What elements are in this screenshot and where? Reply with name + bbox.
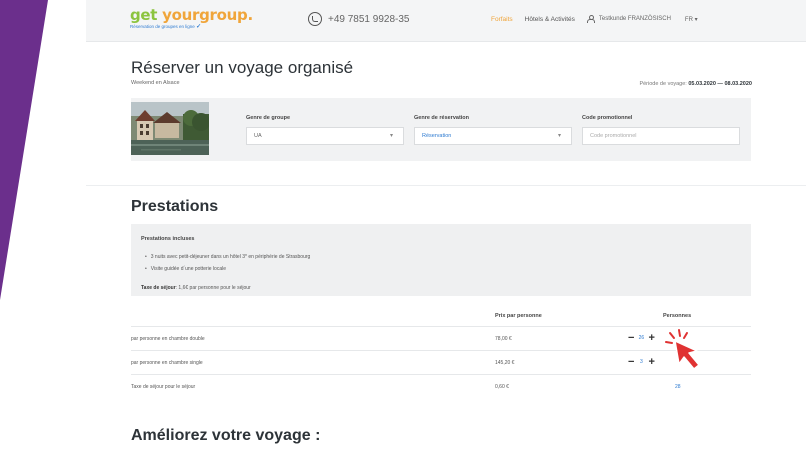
code-promo-input[interactable]: Code promotionnel [582, 127, 740, 145]
logo-text-urgroup: urgroup. [181, 6, 254, 24]
persons-column-header: Personnes [663, 313, 692, 319]
increment-button[interactable]: + [648, 333, 654, 344]
taxe-sejour-text: : 1,6€ par personne pour le séjour [175, 285, 251, 291]
genre-groupe-label: Genre de groupe [246, 115, 291, 121]
travel-period-label: Période de voyage: [639, 81, 687, 87]
logo-tagline: Réservation de groupes en ligne ✓ [130, 24, 253, 30]
taxe-sejour-label: Taxe de séjour [141, 285, 176, 291]
mouse-cursor-icon [665, 329, 700, 370]
increment-button[interactable]: + [648, 357, 654, 368]
page-title: Réserver un voyage organisé [131, 58, 354, 77]
prestations-title: Prestations [131, 198, 219, 215]
quantity-stepper: − 26 + [628, 333, 655, 344]
app-window: get yourgroup. Réservation de groupes en… [86, 0, 806, 449]
table-row: par personne en chambre single 145,20 € … [131, 350, 751, 374]
row-label: par personne en chambre single [131, 360, 203, 366]
travel-period-value: 05.03.2020 — 08.03.2020 [688, 81, 752, 87]
nav-forfaits[interactable]: Forfaits [491, 16, 513, 23]
row-price: 78,00 € [495, 336, 512, 342]
prestations-panel: Prestations incluses 3 nuits avec petit-… [131, 224, 751, 296]
nav-hotels-activites[interactable]: Hôtels & Activités [525, 16, 575, 23]
row-label: par personne en chambre double [131, 336, 205, 342]
decrement-button[interactable]: − [628, 333, 634, 344]
user-account-menu[interactable]: Testkunde FRANZÖSISCH [586, 15, 671, 23]
top-navbar: get yourgroup. Réservation de groupes en… [86, 0, 806, 42]
table-row: Taxe de séjour pour le séjour 0,60 € 28 [131, 374, 751, 398]
logo-tagline-text: Réservation de groupes en ligne [130, 24, 195, 29]
quantity-stepper: − 3 + [628, 357, 655, 368]
code-promo-field: Code promotionnel Code promotionnel [582, 115, 740, 145]
genre-reservation-label: Genre de réservation [414, 115, 470, 121]
genre-reservation-value: Réservation [422, 133, 452, 139]
price-column-header: Prix par personne [495, 313, 542, 319]
logo-text-o: o [171, 6, 182, 24]
getyourgroup-logo[interactable]: get yourgroup. Réservation de groupes en… [130, 7, 253, 30]
genre-groupe-select[interactable]: UA [246, 127, 404, 145]
trip-subtitle: Weekend en Alsace [131, 80, 180, 86]
logo-text-y: y [162, 6, 172, 24]
genre-groupe-value: UA [254, 133, 262, 139]
decrement-button[interactable]: − [628, 357, 634, 368]
travel-period: Période de voyage: 05.03.2020 — 08.03.20… [639, 81, 752, 87]
genre-reservation-field: Genre de réservation Réservation [414, 115, 572, 145]
genre-groupe-field: Genre de groupe UA [246, 115, 404, 145]
prestations-included-heading: Prestations incluses [141, 236, 195, 242]
list-item: 3 nuits avec petit-déjeuner dans un hôte… [145, 254, 311, 260]
phone-icon [308, 12, 322, 26]
quantity-value[interactable]: 26 [638, 335, 645, 341]
table-header: Prix par personne Personnes [131, 310, 751, 326]
section-divider [86, 185, 806, 186]
user-icon [586, 15, 595, 23]
main-nav: Forfaits Hôtels & Activités Testkunde FR… [491, 15, 698, 23]
prestations-list: 3 nuits avec petit-déjeuner dans un hôte… [145, 254, 311, 278]
quantity-value[interactable]: 3 [638, 359, 644, 365]
row-price: 0,60 € [495, 384, 509, 390]
user-name: Testkunde FRANZÖSISCH [598, 16, 671, 22]
phone-number: +49 7851 9928-35 [328, 13, 410, 25]
genre-reservation-select[interactable]: Réservation [414, 127, 572, 145]
phone-contact[interactable]: +49 7851 9928-35 [308, 12, 409, 26]
logo-wordmark: get yourgroup. [130, 7, 253, 23]
row-price: 145,20 € [495, 360, 515, 366]
language-selector[interactable]: FR ▾ [685, 16, 698, 23]
quantity-value: 28 [675, 384, 681, 390]
table-row: par personne en chambre double 78,00 € −… [131, 326, 751, 350]
chevron-down-icon [558, 134, 564, 138]
booking-form: Genre de groupe UA Genre de réservation … [131, 98, 751, 161]
upgrade-trip-title: Améliorez votre voyage : [131, 427, 321, 444]
list-item: Visite guidée d´une potterie locale [145, 266, 310, 272]
chevron-down-icon [390, 134, 396, 138]
code-promo-label: Code promotionnel [582, 115, 633, 121]
code-promo-placeholder: Code promotionnel [590, 133, 637, 139]
checkmark-icon: ✓ [196, 24, 202, 30]
pricing-table: Prix par personne Personnes par personne… [131, 310, 751, 398]
taxe-sejour-note: Taxe de séjour: 1,6€ par personne pour l… [141, 285, 251, 291]
row-label: Taxe de séjour pour le séjour [131, 384, 196, 390]
alsace-destination-photo [131, 102, 209, 155]
logo-text-get: get [130, 6, 163, 24]
